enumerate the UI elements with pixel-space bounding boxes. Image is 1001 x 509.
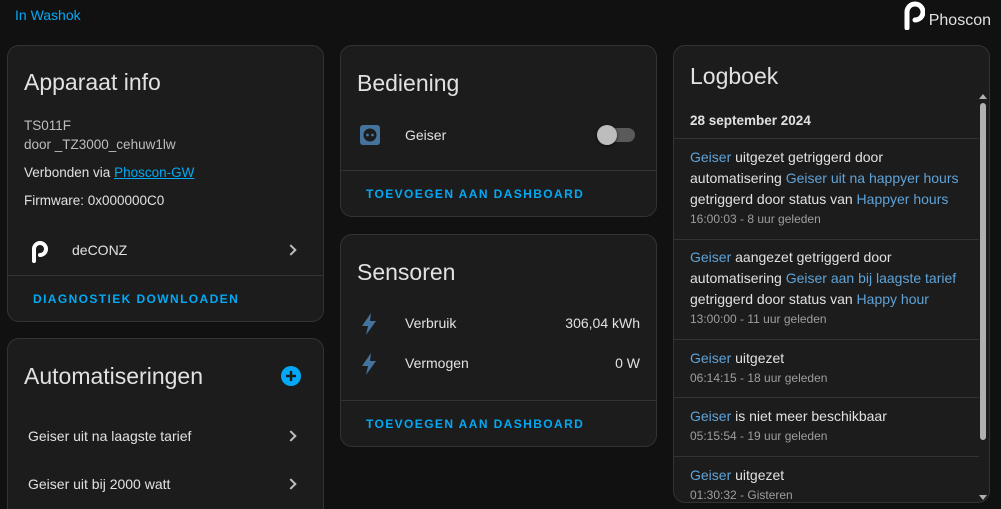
control-row-geiser[interactable]: Geiser [341, 122, 656, 148]
sensor-label: Vermogen [405, 355, 469, 371]
integration-row-deconz[interactable]: deCONZ [8, 232, 323, 268]
device-info-card: Apparaat info TS011F door _TZ3000_cehuw1… [7, 45, 324, 322]
divider [674, 239, 979, 240]
log-entry: Geiser uitgezet 06:14:15 - 18 uur gelede… [674, 348, 979, 385]
chevron-right-icon [285, 478, 297, 490]
sensor-value: 0 W [615, 355, 640, 371]
geiser-toggle[interactable] [597, 125, 635, 145]
automation-label: Geiser uit na laagste tarief [28, 428, 192, 444]
log-text: Geiser uitgezet [690, 348, 963, 369]
log-timestamp: 16:00:03 - 8 uur geleden [690, 212, 821, 226]
sensor-row-energy[interactable]: Verbruik 306,04 kWh [341, 311, 656, 335]
integration-label: deCONZ [72, 242, 128, 258]
top-bar: In Washok Phoscon [0, 0, 1001, 40]
control-label: Geiser [405, 127, 447, 143]
divider [674, 456, 979, 457]
chevron-right-icon [285, 244, 297, 256]
log-message: getriggerd door status van [690, 191, 857, 207]
automations-card: Automatiseringen Geiser uit na laagste t… [7, 338, 324, 509]
sensors-title: Sensoren [357, 259, 456, 285]
power-socket-icon [360, 125, 380, 145]
area-link[interactable]: In Washok [15, 7, 81, 23]
lightning-bolt-icon [362, 353, 376, 375]
entity-link[interactable]: Geiser [690, 249, 731, 265]
log-entry: Geiser is niet meer beschikbaar 05:15:54… [674, 406, 979, 443]
sensor-value: 306,04 kWh [565, 315, 640, 331]
add-automation-icon[interactable] [281, 366, 301, 386]
download-diagnostics-button[interactable]: DIAGNOSTIEK DOWNLOADEN [33, 292, 239, 306]
logbook-card: Logboek 28 september 2024 Geiser uitgeze… [673, 45, 990, 503]
divider [674, 397, 979, 398]
automation-link[interactable]: Geiser uit na happyer hours [786, 170, 959, 186]
log-entry: Geiser uitgezet getriggerd door automati… [674, 147, 979, 226]
connected-via: Verbonden via Phoscon-GW [24, 165, 194, 180]
chevron-right-icon [285, 430, 297, 442]
gateway-link[interactable]: Phoscon-GW [114, 165, 194, 180]
automations-title: Automatiseringen [24, 363, 203, 389]
log-text: Geiser uitgezet getriggerd door automati… [690, 147, 963, 210]
logbook-title: Logboek [690, 63, 779, 89]
automation-item[interactable]: Geiser uit na laagste tarief [8, 419, 323, 453]
divider [674, 138, 979, 139]
controls-title: Bediening [357, 70, 460, 96]
sensor-row-power[interactable]: Vermogen 0 W [341, 352, 656, 376]
entity-link[interactable]: Geiser [690, 408, 731, 424]
log-text: Geiser aangezet getriggerd door automati… [690, 247, 963, 310]
entity-link[interactable]: Geiser [690, 467, 731, 483]
device-manufacturer: door _TZ3000_cehuw1lw [24, 137, 176, 152]
log-timestamp: 13:00:00 - 11 uur geleden [690, 312, 827, 326]
logbook-date: 28 september 2024 [690, 113, 811, 128]
scroll-up-arrow[interactable] [979, 94, 987, 99]
device-model: TS011F [24, 118, 72, 133]
automation-link[interactable]: Geiser aan bij laagste tarief [786, 270, 956, 286]
log-message: uitgezet [731, 350, 785, 366]
lightning-bolt-icon [362, 313, 376, 335]
deconz-logo-icon [32, 241, 48, 263]
toggle-knob [597, 125, 617, 145]
controls-card: Bediening Geiser TOEVOEGEN AAN DASHBOARD [340, 45, 657, 217]
divider [8, 275, 323, 276]
automation-item[interactable]: Geiser uit bij 2000 watt [8, 467, 323, 501]
entity-link[interactable]: Geiser [690, 350, 731, 366]
trigger-link[interactable]: Happy hour [857, 291, 929, 307]
log-message: getriggerd door status van [690, 291, 857, 307]
phoscon-logo-icon [904, 1, 925, 30]
log-entry: Geiser uitgezet 01:30:32 - Gisteren [674, 465, 979, 502]
logbook-scrollbar[interactable] [980, 103, 986, 440]
sensors-card: Sensoren Verbruik 306,04 kWh Vermogen 0 … [340, 234, 657, 447]
phoscon-brand: Phoscon [899, 0, 991, 30]
divider [341, 170, 656, 171]
divider [341, 400, 656, 401]
log-message: is niet meer beschikbaar [731, 408, 887, 424]
trigger-link[interactable]: Happyer hours [857, 191, 949, 207]
connected-via-label: Verbonden via [24, 165, 115, 180]
automation-label: Geiser uit bij 2000 watt [28, 476, 171, 492]
scroll-down-arrow[interactable] [979, 495, 987, 500]
add-to-dashboard-button[interactable]: TOEVOEGEN AAN DASHBOARD [366, 187, 584, 201]
sensor-label: Verbruik [405, 315, 457, 331]
log-message: uitgezet [731, 467, 785, 483]
brand-name: Phoscon [928, 12, 991, 29]
log-entry: Geiser aangezet getriggerd door automati… [674, 247, 979, 326]
divider [674, 339, 979, 340]
log-timestamp: 06:14:15 - 18 uur geleden [690, 371, 828, 385]
log-timestamp: 05:15:54 - 19 uur geleden [690, 429, 828, 443]
firmware-version: Firmware: 0x000000C0 [24, 193, 165, 208]
add-to-dashboard-button[interactable]: TOEVOEGEN AAN DASHBOARD [366, 417, 584, 431]
log-text: Geiser uitgezet [690, 465, 963, 486]
log-text: Geiser is niet meer beschikbaar [690, 406, 963, 427]
device-info-title: Apparaat info [24, 69, 161, 95]
log-timestamp: 01:30:32 - Gisteren [690, 488, 793, 502]
entity-link[interactable]: Geiser [690, 149, 731, 165]
